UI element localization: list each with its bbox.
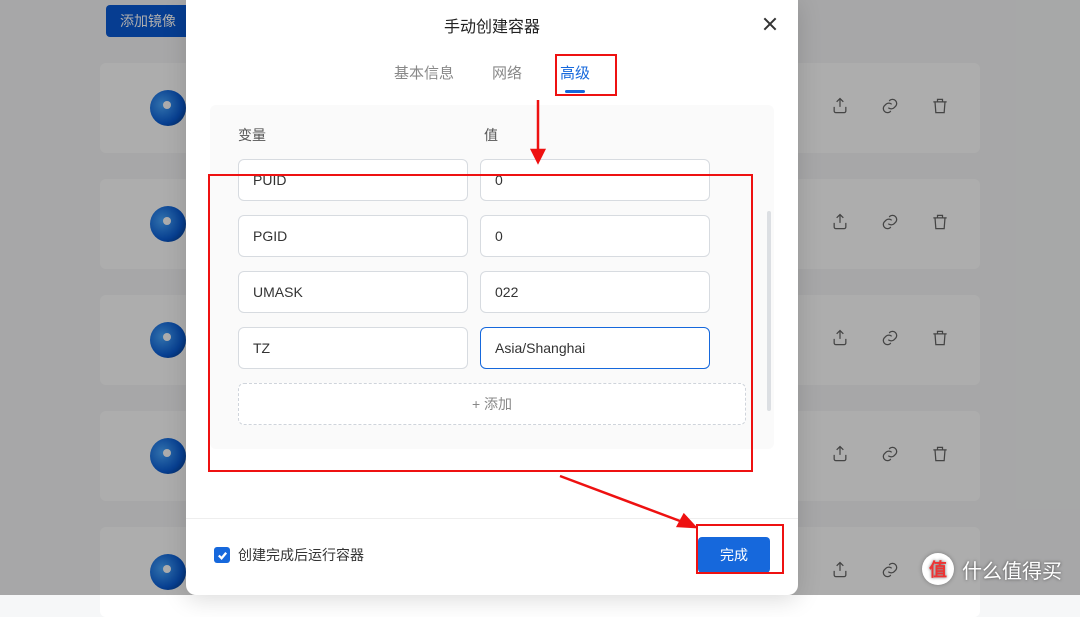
scrollbar[interactable] — [767, 211, 771, 411]
tab-network[interactable]: 网络 — [488, 56, 526, 93]
env-row — [238, 159, 746, 201]
env-var-input[interactable] — [238, 159, 468, 201]
close-icon[interactable] — [760, 14, 780, 34]
watermark-label: 什么值得买 — [962, 555, 1062, 584]
watermark-logo-icon: 值 — [922, 553, 954, 585]
column-header-value: 值 — [484, 125, 498, 145]
env-val-input[interactable] — [480, 271, 710, 313]
add-env-row-button[interactable]: + 添加 — [238, 383, 746, 425]
env-row — [238, 327, 746, 369]
env-row — [238, 215, 746, 257]
create-container-modal: 手动创建容器 基本信息 网络 高级 变量 值 + 添加 — [186, 0, 798, 595]
watermark: 值 什么值得买 — [922, 553, 1062, 585]
modal-title: 手动创建容器 — [444, 13, 540, 37]
checkbox-checked-icon — [214, 547, 230, 563]
env-val-input[interactable] — [480, 327, 710, 369]
env-var-input[interactable] — [238, 215, 468, 257]
env-var-input[interactable] — [238, 271, 468, 313]
run-after-create-checkbox[interactable]: 创建完成后运行容器 — [214, 545, 364, 565]
env-val-input[interactable] — [480, 215, 710, 257]
column-header-variable: 变量 — [238, 125, 484, 145]
tab-basic-info[interactable]: 基本信息 — [390, 56, 458, 93]
run-after-create-label: 创建完成后运行容器 — [238, 545, 364, 565]
env-row — [238, 271, 746, 313]
env-var-input[interactable] — [238, 327, 468, 369]
finish-button[interactable]: 完成 — [698, 537, 770, 573]
tab-advanced[interactable]: 高级 — [556, 56, 594, 93]
modal-tabs: 基本信息 网络 高级 — [186, 56, 798, 93]
env-val-input[interactable] — [480, 159, 710, 201]
